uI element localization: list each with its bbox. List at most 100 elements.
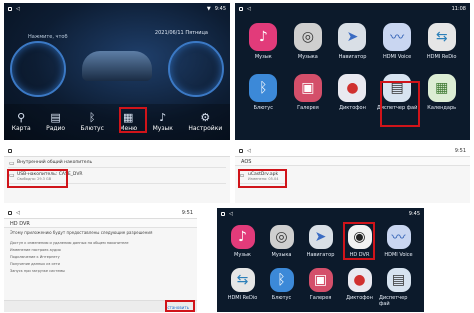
status-time: 9:51	[181, 210, 193, 216]
bluetooth-icon: ᛒ	[249, 74, 278, 102]
permission-item: Подключение к Интернету	[10, 255, 60, 259]
app-label: Календарь	[427, 105, 457, 111]
back-icon[interactable]: ◁	[247, 148, 251, 154]
app-recorder[interactable]: ● Диктофон	[330, 74, 375, 111]
radio-icon: ⇆	[427, 23, 456, 51]
app-music[interactable]: ♪ Музык	[223, 225, 262, 258]
app-calendar[interactable]: ▦ Календарь	[419, 74, 464, 111]
permission-item: Получение данных из сети	[10, 262, 60, 266]
app-recorder[interactable]: ● Диктофон	[340, 268, 379, 307]
app-label: HDMI ReDio	[227, 295, 258, 301]
dock-label: Радио	[46, 125, 66, 132]
dock-item-settings[interactable]: ⚙ Настройки	[188, 112, 222, 132]
app-navigator[interactable]: ➤ Навигатор	[330, 23, 375, 60]
highlight-hd-dvr	[343, 222, 375, 260]
bluetooth-icon: ᛒ	[88, 111, 96, 124]
dock-item-music[interactable]: ♪ Музык	[153, 112, 173, 132]
app-grid-dvr-panel: ◁ 9:45 ♪ Музык ◎ Музыка ➤ Навигатор ◉ HD DVR…	[217, 208, 424, 312]
dock-item-radio[interactable]: ▤ Радио	[46, 112, 65, 132]
status-time: 9:51	[454, 148, 466, 154]
app-label: Музык	[254, 54, 272, 60]
radio-icon: ⇆	[230, 268, 255, 292]
permissions-list: Доступ к изменению и удалению данных на …	[10, 240, 191, 275]
storage-title: Внутренний общий накопитель	[17, 160, 93, 165]
home-icon[interactable]	[8, 149, 12, 153]
car-image	[82, 51, 152, 81]
app-label: Галерея	[309, 295, 332, 301]
installer-panel: ◁ 9:51 HD DVR Этому приложению будут пре…	[4, 208, 197, 312]
app-gallery[interactable]: ▣ Галерея	[286, 74, 331, 111]
app-hdmi-voice[interactable]: 〰 HDMI Voice	[379, 225, 418, 258]
app-gallery[interactable]: ▣ Галерея	[301, 268, 340, 307]
app-hdmi-voice[interactable]: 〰 HDMI Voice	[375, 23, 420, 60]
permission-item: Доступ к изменению и удалению данных на …	[10, 241, 129, 245]
right-gauge	[168, 41, 224, 97]
dock-item-map[interactable]: ⚲ Карта	[12, 112, 31, 132]
hint-text: Нажмите, чтоб	[28, 34, 68, 40]
status-time: 11:08	[451, 5, 466, 12]
music-icon: ♪	[159, 111, 167, 124]
app-grid-panel: ◁ 11:08 ♪ Музык ◎ Музыка ➤ Навигатор 〰 HDMI …	[235, 3, 470, 140]
app-label: Блютус	[271, 295, 292, 301]
left-gauge	[10, 41, 66, 97]
home-icon[interactable]	[239, 149, 243, 153]
microphone-icon: ●	[347, 268, 372, 292]
bluetooth-icon: ᛒ	[269, 268, 294, 292]
app-label: HDMI ReDio	[426, 54, 457, 60]
installer-title: HD DVR	[4, 219, 197, 228]
app-grid: ♪ Музык ◎ Музыка ➤ Навигатор 〰 HDMI Voice ⇆ H…	[241, 23, 464, 111]
navigation-icon: ➤	[338, 23, 367, 51]
app-label: Музыка	[271, 252, 292, 258]
voice-icon: 〰	[386, 225, 411, 249]
gallery-icon: ▣	[293, 74, 322, 102]
music-icon: ♪	[249, 23, 278, 51]
home-icon[interactable]	[8, 6, 12, 11]
home-icon[interactable]	[8, 211, 12, 215]
breadcrumb[interactable]: AOS	[235, 157, 470, 166]
dock-label: Настройки	[188, 125, 223, 132]
highlight-usb	[7, 169, 68, 188]
music-icon: ♪	[230, 225, 255, 249]
app-bluetooth[interactable]: ᛒ Блютус	[262, 268, 301, 307]
radio-icon: ▤	[50, 111, 61, 124]
dock: ⚲ Карта ▤ Радио ᛒ Блютус ▦ Меню ♪ Музык ⚙ Наст…	[4, 104, 230, 140]
disc-icon: ◎	[293, 23, 322, 51]
settings-icon: ⚙	[200, 111, 211, 124]
app-music-player[interactable]: ◎ Музыка	[286, 23, 331, 60]
app-label: Навигатор	[338, 54, 367, 60]
back-icon[interactable]: ◁	[229, 211, 233, 217]
status-bar: ◁ 9:45	[217, 208, 424, 219]
storage-internal[interactable]: ▭ Внутренний общий накопитель	[8, 158, 226, 168]
app-hdmi-redio[interactable]: ⇆ HDMI ReDio	[223, 268, 262, 307]
highlight-apk	[238, 169, 287, 188]
app-label: Музык	[234, 252, 251, 258]
app-label: Музыка	[297, 54, 318, 60]
home-icon[interactable]	[221, 211, 225, 216]
file-manager-icon: ▤	[386, 268, 411, 292]
status-bar	[4, 146, 230, 157]
back-icon[interactable]: ◁	[16, 210, 20, 216]
back-icon[interactable]: ◁	[16, 6, 20, 12]
app-label: Блютус	[253, 105, 274, 111]
dock-label: Карта	[11, 125, 31, 132]
app-bluetooth[interactable]: ᛒ Блютус	[241, 74, 286, 111]
dock-item-bluetooth[interactable]: ᛒ Блютус	[81, 112, 104, 132]
app-hdmi-redio[interactable]: ⇆ HDMI ReDio	[419, 23, 464, 60]
status-bar: ◁ 9:51	[235, 146, 470, 157]
calendar-icon: ▦	[427, 74, 456, 102]
home-icon[interactable]	[239, 6, 243, 11]
voice-icon: 〰	[383, 23, 412, 51]
app-navigator[interactable]: ➤ Навигатор	[301, 225, 340, 258]
app-label: Галерея	[297, 105, 319, 111]
back-icon[interactable]: ◁	[247, 6, 251, 12]
status-bar: ◁ 9:51	[4, 208, 197, 219]
status-time: 9:45	[408, 210, 420, 217]
map-pin-icon: ⚲	[17, 111, 26, 124]
app-music-player[interactable]: ◎ Музыка	[262, 225, 301, 258]
app-file-manager[interactable]: ▤ Диспетчер фай	[379, 268, 418, 307]
app-music[interactable]: ♪ Музык	[241, 23, 286, 60]
date-value: 2021/06/11	[154, 30, 184, 36]
app-grid: ♪ Музык ◎ Музыка ➤ Навигатор ◉ HD DVR 〰 HDMI …	[223, 225, 418, 307]
app-label: HDMI Voice	[384, 252, 413, 258]
weekday-value: Пятница	[185, 30, 208, 36]
